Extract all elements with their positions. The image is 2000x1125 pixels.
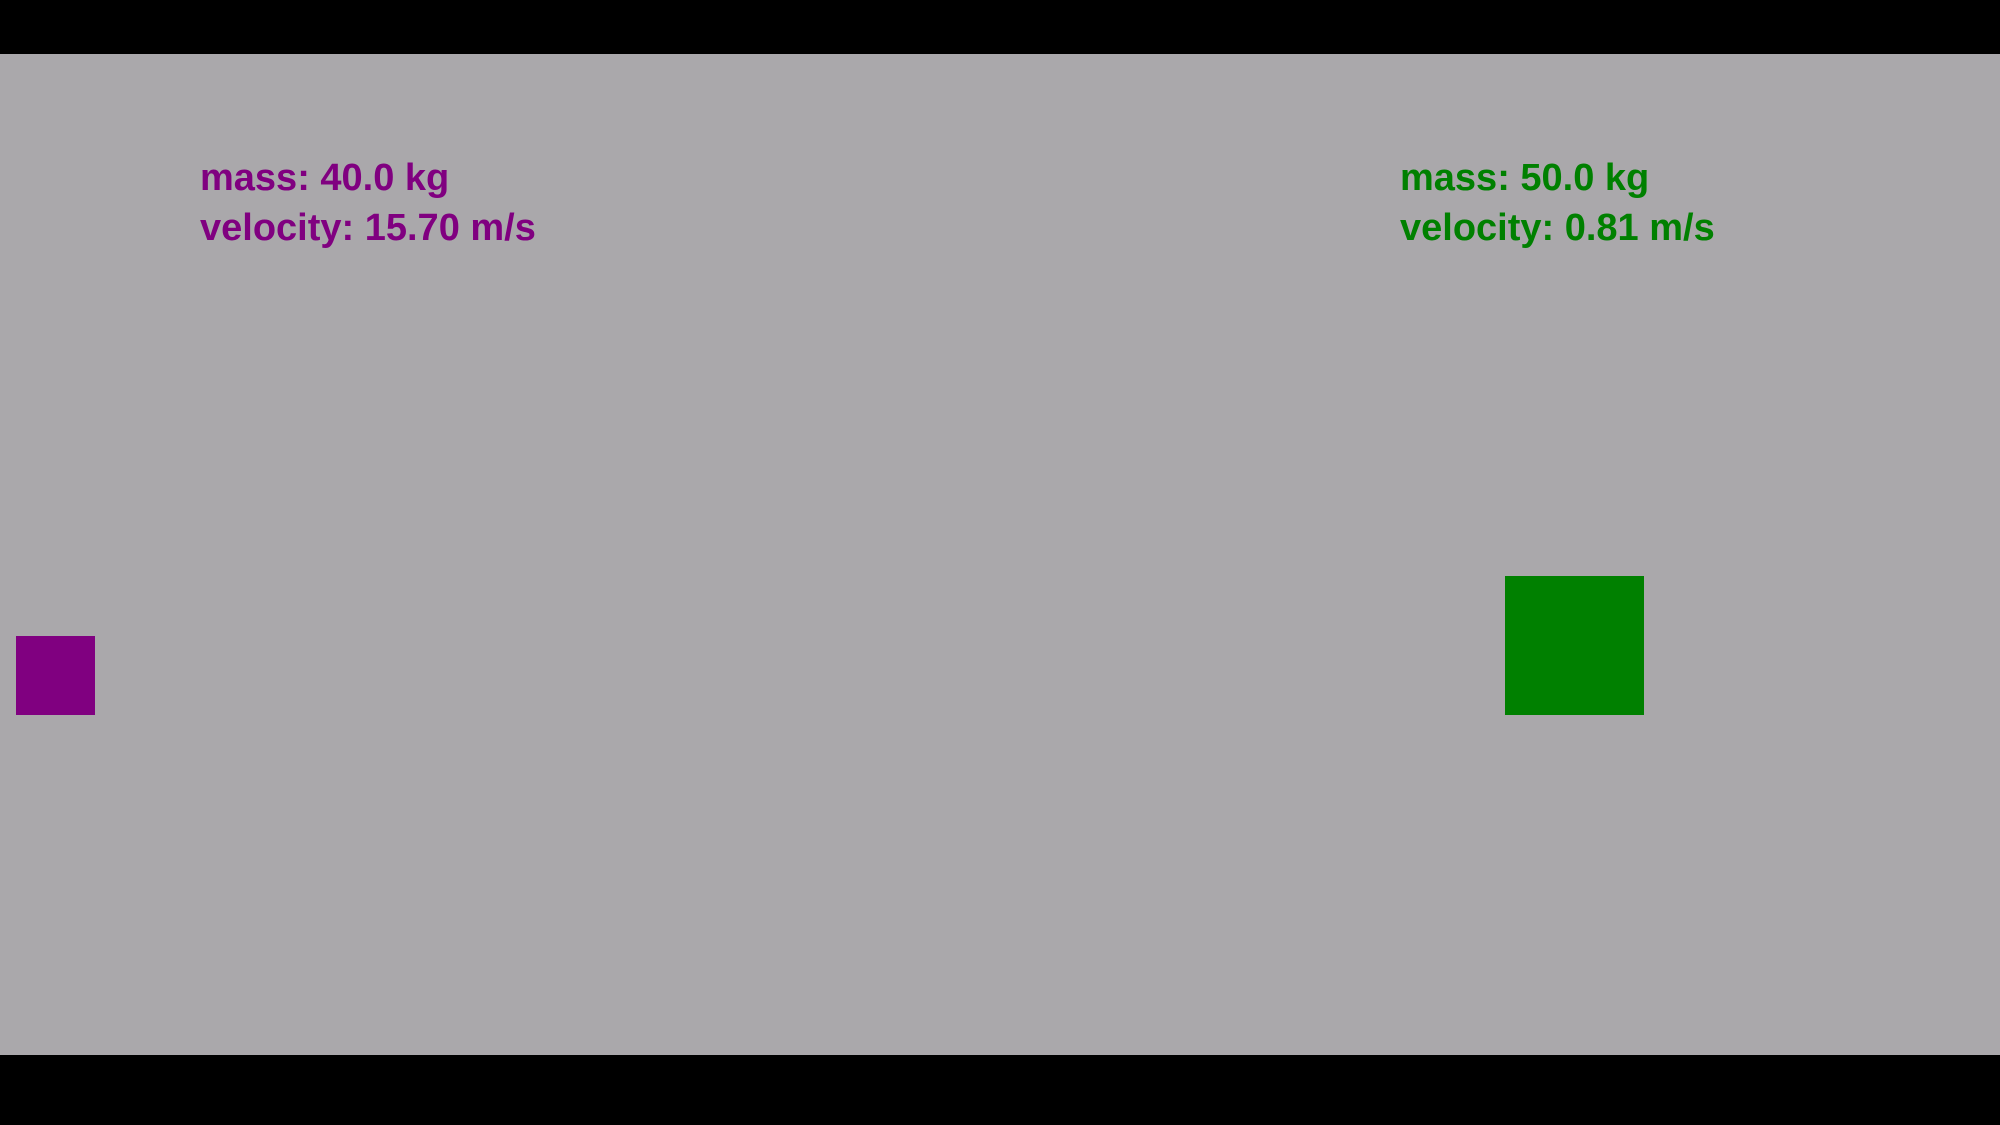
left-object-mass: mass: 40.0 kg [200,157,450,199]
right-object-velocity: velocity: 0.81 m/s [1400,207,1715,249]
left-object-velocity: velocity: 15.70 m/s [200,207,536,249]
left-object-readout: mass: 40.0 kg velocity: 15.70 m/s [200,153,536,253]
right-object-block [1505,576,1644,715]
right-object-mass: mass: 50.0 kg [1400,157,1650,199]
left-object-block [16,636,95,715]
letterbox-bottom [0,1055,2000,1125]
right-object-readout: mass: 50.0 kg velocity: 0.81 m/s [1400,153,1715,253]
letterbox-top [0,0,2000,54]
